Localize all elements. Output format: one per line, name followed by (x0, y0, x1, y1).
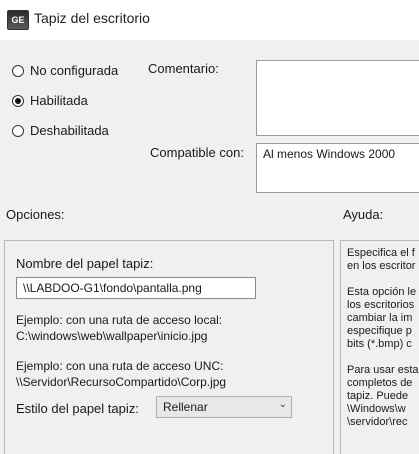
comment-textarea[interactable] (256, 60, 419, 136)
wallpaper-style-value: Rellenar (163, 400, 208, 414)
help-text-line: en los escritor (347, 260, 416, 272)
wallpaper-path-input[interactable]: \\LABDOO-G1\fondo\pantalla.png (16, 277, 256, 299)
radio-enabled[interactable]: Habilitada (12, 93, 88, 108)
radio-enabled-circle[interactable] (12, 94, 24, 107)
help-text-line: los escritorios (347, 299, 415, 311)
options-panel (4, 240, 334, 454)
radio-disabled[interactable]: Deshabilitada (12, 123, 109, 138)
comment-label: Comentario: (148, 61, 219, 76)
radio-not-configured-label: No configurada (30, 63, 119, 78)
help-panel: Especifica el f en los escritor Esta opció… (340, 240, 419, 454)
policy-editor-icon: GE (7, 10, 29, 30)
help-text-line: \Windows\w (347, 403, 406, 415)
help-text-line: bits (*.bmp) c (347, 338, 412, 350)
radio-enabled-label: Habilitada (30, 93, 88, 108)
compatible-field: Al menos Windows 2000 (256, 143, 419, 193)
help-text-line: Para usar esta (347, 364, 419, 376)
wallpaper-style-select[interactable]: Rellenar ⌄ (156, 396, 292, 418)
wallpaper-style-label: Estilo del papel tapiz: (16, 401, 139, 416)
help-text-line: tapiz. Puede (347, 390, 409, 402)
help-text-line (347, 351, 419, 364)
help-text-line: Especifica el f (347, 247, 415, 259)
radio-disabled-label: Deshabilitada (30, 123, 109, 138)
window-title: Tapiz del escritorio (34, 10, 150, 26)
radio-not-configured-circle[interactable] (12, 64, 24, 77)
help-text-line: Esta opción le (347, 286, 417, 298)
help-text-line: especifique p (347, 325, 412, 337)
example-local-value: C:\windows\web\wallpaper\inicio.jpg (16, 329, 208, 343)
radio-not-configured[interactable]: No configurada (12, 63, 118, 78)
example-local-label: Ejemplo: con una ruta de acceso local: (16, 313, 223, 327)
radio-disabled-circle[interactable] (12, 124, 24, 137)
compatible-label: Compatible con: (150, 145, 244, 160)
example-unc-label: Ejemplo: con una ruta de acceso UNC: (16, 359, 224, 373)
help-text-line (347, 273, 419, 286)
help-label: Ayuda: (343, 207, 384, 222)
help-text-line: cambiar la im (347, 312, 413, 324)
help-text-line: completos de (347, 377, 413, 389)
wallpaper-name-label: Nombre del papel tapiz: (16, 256, 154, 271)
chevron-down-icon[interactable]: ⌄ (279, 399, 287, 410)
example-unc-value: \\Servidor\RecursoCompartido\Corp.jpg (16, 375, 227, 389)
help-text-line: \servidor\rec (347, 416, 408, 428)
options-label: Opciones: (6, 207, 65, 222)
